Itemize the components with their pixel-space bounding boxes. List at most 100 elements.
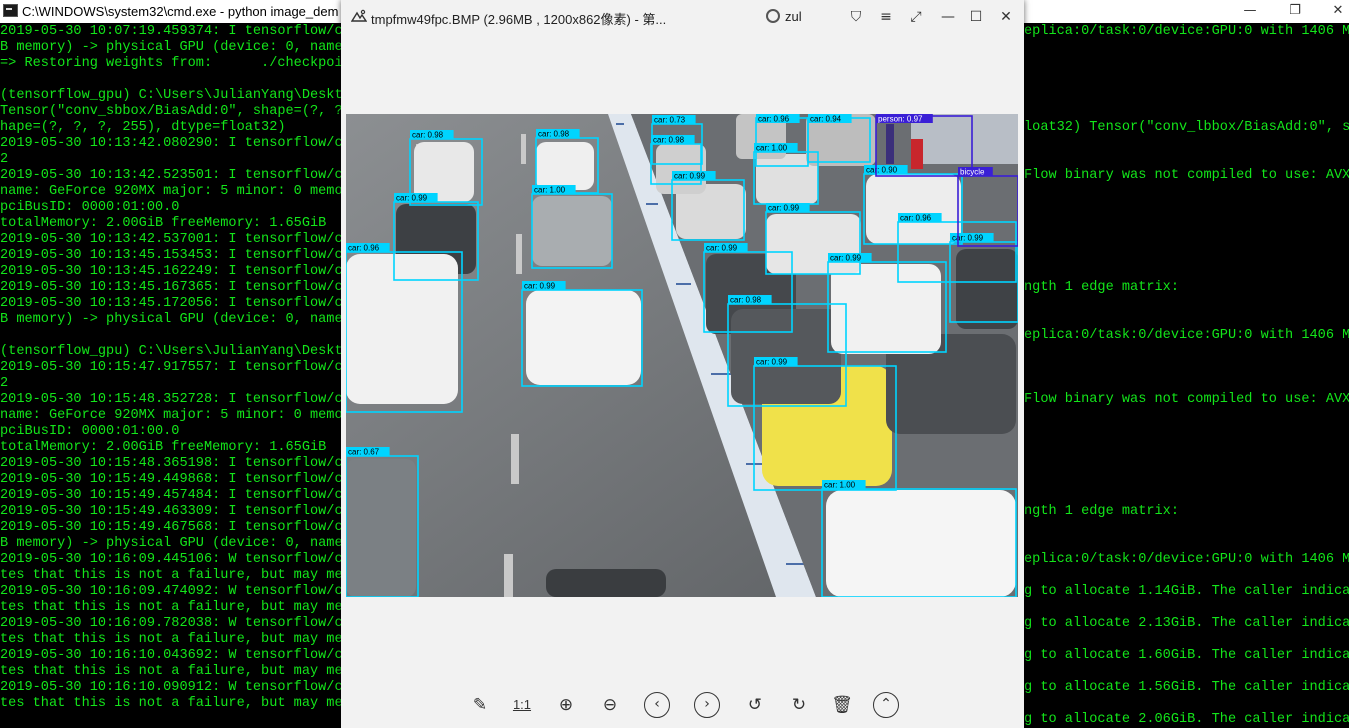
terminal-line: tes that this is not a failure, but may … (0, 600, 341, 615)
terminal-line: 2019-05-30 10:15:49.449868: I tensorflow… (0, 472, 341, 487)
detection-label: car: 0.99 (706, 244, 738, 253)
detection-label: car: 1.00 (756, 144, 788, 153)
viewer-title: tmpfmw49fpc.BMP (2.96MB , 1200x862像素) - … (371, 12, 667, 27)
skin-icon[interactable]: ⛉ (847, 8, 865, 26)
terminal-line: 2019-05-30 10:13:42.523501: I tensorflow… (0, 168, 341, 183)
cmd-title: C:\WINDOWS\system32\cmd.exe - python ima… (22, 4, 339, 19)
terminal-line: 2019-05-30 10:16:10.090912: W tensorflow… (0, 680, 341, 695)
terminal-line: g to allocate 1.56GiB. The caller indica (1024, 680, 1349, 695)
detection-label: car: 0.98 (412, 131, 444, 140)
terminal-line: tes that this is not a failure, but may … (0, 632, 341, 647)
traffic-photo: car: 0.98 car: 0.98 car: 0.73 car: 0.98 car:… (346, 114, 1018, 597)
zoom-in-icon[interactable]: ⊕ (553, 692, 579, 718)
cmd-restore-button[interactable]: ❐ (1280, 2, 1310, 20)
terminal-line: loat32) Tensor("conv_lbbox/BiasAdd:0", s (1024, 120, 1349, 135)
terminal-line: ngth 1 edge matrix: (1024, 504, 1179, 519)
detection-label: car: 0.98 (730, 296, 762, 305)
detection-image[interactable]: car: 0.98 car: 0.98 car: 0.73 car: 0.98 car:… (346, 114, 1018, 597)
viewer-maximize-button[interactable]: ☐ (967, 8, 985, 26)
terminal-line: 2019-05-30 10:13:42.080290: I tensorflow… (0, 136, 341, 151)
collapse-icon[interactable]: ⌃ (873, 692, 899, 718)
terminal-line: g to allocate 2.06GiB. The caller indica (1024, 712, 1349, 727)
previous-image-icon[interactable]: ‹ (644, 692, 670, 718)
terminal-line: 2019-05-30 10:15:48.352728: I tensorflow… (0, 392, 341, 407)
terminal-line: pciBusID: 0000:01:00.0 (0, 424, 180, 439)
terminal-line: 2019-05-30 10:15:47.917557: I tensorflow… (0, 360, 341, 375)
terminal-line: Tensor("conv_sbbox/BiasAdd:0", shape=(?,… (0, 104, 341, 119)
terminal-line: g to allocate 2.13GiB. The caller indica (1024, 616, 1349, 631)
next-image-icon[interactable]: › (694, 692, 720, 718)
detection-label: car: 0.96 (900, 214, 932, 223)
edit-icon[interactable]: ✎ (467, 692, 493, 718)
cmd-minimize-button[interactable]: — (1235, 2, 1265, 20)
actual-size-button[interactable]: 1:1 (509, 692, 535, 718)
terminal-line: 2019-05-30 10:13:45.172056: I tensorflow… (0, 296, 341, 311)
terminal-line: tes that this is not a failure, but may … (0, 664, 341, 679)
fullscreen-icon[interactable]: ⤢ (907, 8, 925, 26)
viewer-minimize-button[interactable]: — (939, 8, 957, 26)
detection-label: car: 0.98 (538, 130, 570, 139)
photo-app-icon (351, 9, 367, 22)
viewer-close-button[interactable]: ✕ (997, 8, 1015, 26)
detection-label: car: 0.99 (674, 172, 706, 181)
detection-label: car: 0.96 (758, 115, 790, 124)
rotate-right-icon[interactable]: ↻ (786, 692, 812, 718)
terminal-line: 2019-05-30 10:15:49.467568: I tensorflow… (0, 520, 341, 535)
terminal-line: hape=(?, ?, ?, 255), dtype=float32) (0, 120, 286, 135)
terminal-line: B memory) -> physical GPU (device: 0, na… (0, 40, 341, 55)
terminal-line: name: GeForce 920MX major: 5 minor: 0 me… (0, 408, 341, 423)
terminal-line: eplica:0/task:0/device:GPU:0 with 1406 M (1024, 552, 1349, 567)
terminal-line: g to allocate 1.14GiB. The caller indica (1024, 584, 1349, 599)
viewer-toolbar: ✎ 1:1 ⊕ ⊖ ‹ › ↺ ↻ 🗑 ⌃ (341, 688, 1024, 722)
terminal-line: 2 (0, 152, 9, 167)
terminal-line: Flow binary was not compiled to use: AVX (1024, 168, 1349, 183)
terminal-line: tes that this is not a failure, but may … (0, 568, 341, 583)
viewer-titlebar[interactable]: tmpfmw49fpc.BMP (2.96MB , 1200x862像素) - … (341, 0, 1024, 34)
detection-label: car: 0.99 (830, 254, 862, 263)
terminal-line: 2019-05-30 10:16:10.043692: W tensorflow… (0, 648, 341, 663)
cmd-close-button[interactable]: ✕ (1323, 2, 1349, 20)
terminal-line: 2019-05-30 10:07:19.459374: I tensorflow… (0, 24, 341, 39)
terminal-line: eplica:0/task:0/device:GPU:0 with 1406 M (1024, 24, 1349, 39)
terminal-line: ngth 1 edge matrix: (1024, 280, 1179, 295)
user-name[interactable]: zul (785, 9, 802, 24)
detection-label: car: 0.67 (348, 448, 380, 457)
zoom-out-icon[interactable]: ⊖ (597, 692, 623, 718)
detection-label: bicycle (960, 168, 985, 177)
terminal-line: B memory) -> physical GPU (device: 0, na… (0, 312, 341, 327)
detection-label: car: 0.96 (348, 244, 380, 253)
terminal-line: 2019-05-30 10:13:45.162249: I tensorflow… (0, 264, 341, 279)
terminal-icon (3, 4, 18, 17)
detection-label: car: 0.73 (654, 116, 686, 125)
terminal-line: 2019-05-30 10:13:45.153453: I tensorflow… (0, 248, 341, 263)
detection-label: car: 0.99 (768, 204, 800, 213)
rotate-left-icon[interactable]: ↺ (742, 692, 768, 718)
user-icon[interactable] (766, 9, 780, 23)
detection-label: car: 1.00 (824, 481, 856, 490)
detection-label: car: 0.90 (866, 166, 898, 175)
delete-icon[interactable]: 🗑 (829, 692, 855, 718)
terminal-line: 2019-05-30 10:15:49.457484: I tensorflow… (0, 488, 341, 503)
menu-icon[interactable]: ≡ (877, 8, 895, 26)
